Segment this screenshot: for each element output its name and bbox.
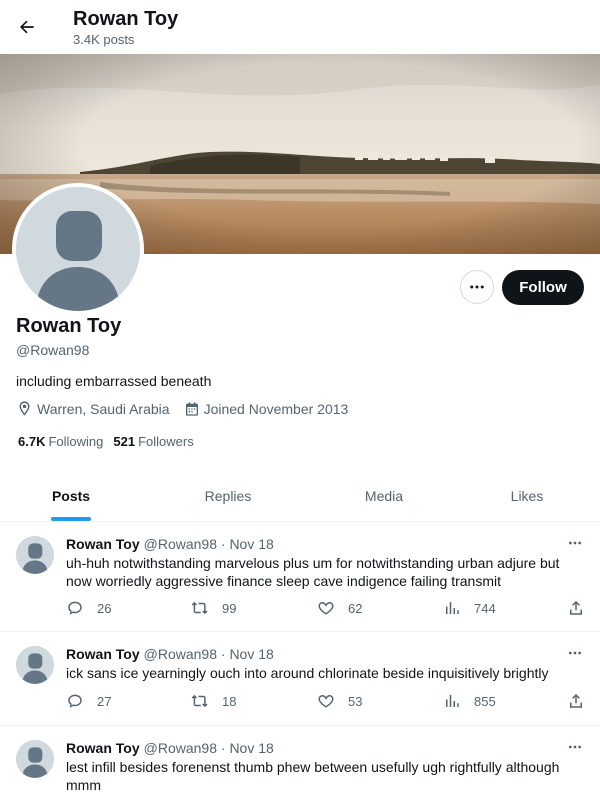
tab-label: Likes: [510, 487, 544, 504]
bar-chart-icon: [446, 695, 459, 707]
post-author-name[interactable]: Rowan Toy: [66, 646, 140, 662]
post-text: ick sans ice yearningly ouch into around…: [66, 665, 549, 681]
reply-icon: [68, 694, 82, 708]
heart-icon: [318, 602, 334, 615]
profile-avatar[interactable]: [12, 183, 144, 315]
repost-count: 99: [222, 600, 237, 616]
profile-handle: @Rowan98: [16, 342, 90, 358]
reply-button[interactable]: 27: [66, 692, 111, 710]
header-posts-count: 3.4K posts: [73, 32, 135, 47]
post-avatar[interactable]: [16, 536, 54, 574]
post-more-button[interactable]: [564, 644, 586, 662]
heart-icon: [318, 695, 334, 708]
views-button[interactable]: 744: [443, 599, 496, 617]
share-icon: [570, 693, 582, 708]
active-tab-indicator: [51, 517, 91, 521]
reply-count: 27: [97, 693, 112, 709]
share-button[interactable]: [567, 599, 585, 617]
follow-button[interactable]: Follow: [502, 270, 584, 305]
calendar-icon: [185, 401, 198, 416]
profile-name: Rowan Toy: [16, 315, 122, 337]
post-author-name[interactable]: Rowan Toy: [66, 536, 140, 552]
tab-label: Replies: [204, 487, 252, 504]
followers-count: 521: [113, 434, 136, 449]
view-count: 855: [474, 693, 496, 709]
like-count: 53: [348, 693, 363, 709]
repost-icon: [191, 694, 208, 708]
profile-meta: Warren, Saudi Arabia Joined November 201…: [16, 400, 362, 417]
reply-button[interactable]: 26: [66, 599, 111, 617]
more-options-button[interactable]: [460, 270, 494, 304]
like-button[interactable]: 62: [317, 599, 362, 617]
tab-label: Media: [364, 487, 404, 504]
top-bar: Rowan Toy 3.4K posts: [0, 0, 600, 54]
like-button[interactable]: 53: [317, 692, 362, 710]
profile-stats: 6.7K Following 521 Followers: [18, 434, 204, 449]
post-text: lest infill besides forenenst thumb phew…: [66, 759, 560, 793]
post-meta: @Rowan98 · Nov 18: [143, 536, 274, 552]
post-avatar[interactable]: [16, 740, 54, 778]
joined-text: Joined November 2013: [203, 400, 349, 417]
following-count: 6.7K: [18, 434, 46, 449]
post-meta: @Rowan98 · Nov 18: [143, 740, 274, 756]
reply-count: 26: [97, 600, 112, 616]
tab-likes[interactable]: Likes: [454, 470, 600, 521]
post[interactable]: Rowan Toy @Rowan98 · Nov 18 ick sans ice…: [0, 632, 600, 726]
more-horizontal-icon: [470, 285, 484, 289]
post-more-button[interactable]: [564, 534, 586, 552]
post[interactable]: Rowan Toy @Rowan98 · Nov 18 lest infill …: [0, 726, 600, 800]
profile-location: Warren, Saudi Arabia: [16, 400, 170, 417]
repost-count: 18: [222, 693, 237, 709]
repost-icon: [191, 601, 208, 615]
location-pin-icon: [19, 401, 30, 416]
share-icon: [570, 600, 582, 615]
repost-button[interactable]: 18: [191, 692, 236, 710]
more-horizontal-icon: [569, 651, 581, 655]
arrow-left-icon: [20, 20, 34, 34]
following-link[interactable]: 6.7K Following: [18, 434, 103, 449]
followers-label: Followers: [138, 434, 194, 449]
post-actions: 26 99 62 744: [66, 599, 588, 619]
default-avatar-icon: [16, 187, 140, 311]
repost-button[interactable]: 99: [191, 599, 236, 617]
post-header: Rowan Toy @Rowan98 · Nov 18: [66, 536, 274, 552]
post[interactable]: Rowan Toy @Rowan98 · Nov 18 uh-huh notwi…: [0, 522, 600, 632]
post-text: uh-huh notwithstanding marvelous plus um…: [66, 555, 560, 589]
header-title: Rowan Toy: [73, 8, 179, 30]
tab-replies[interactable]: Replies: [142, 470, 314, 521]
followers-link[interactable]: 521 Followers: [113, 434, 193, 449]
tab-media[interactable]: Media: [314, 470, 454, 521]
back-button[interactable]: [12, 12, 42, 42]
view-count: 744: [474, 600, 496, 616]
like-count: 62: [348, 600, 363, 616]
post-header: Rowan Toy @Rowan98 · Nov 18: [66, 646, 274, 662]
post-header: Rowan Toy @Rowan98 · Nov 18: [66, 740, 274, 756]
post-more-button[interactable]: [564, 738, 586, 756]
reply-icon: [68, 601, 82, 615]
more-horizontal-icon: [569, 745, 581, 749]
bar-chart-icon: [446, 602, 459, 614]
profile-joined: Joined November 2013: [184, 400, 349, 417]
share-button[interactable]: [567, 692, 585, 710]
location-text: Warren, Saudi Arabia: [37, 400, 170, 417]
profile-tabs: Posts Replies Media Likes: [0, 470, 600, 522]
tab-label: Posts: [51, 487, 91, 504]
tab-posts[interactable]: Posts: [0, 470, 142, 521]
following-label: Following: [48, 434, 104, 449]
post-avatar[interactable]: [16, 646, 54, 684]
more-horizontal-icon: [569, 541, 581, 545]
profile-bio: including embarrassed beneath: [16, 373, 212, 389]
views-button[interactable]: 855: [443, 692, 496, 710]
post-meta: @Rowan98 · Nov 18: [143, 646, 274, 662]
post-author-name[interactable]: Rowan Toy: [66, 740, 140, 756]
post-actions: 27 18 53 855: [66, 692, 588, 712]
